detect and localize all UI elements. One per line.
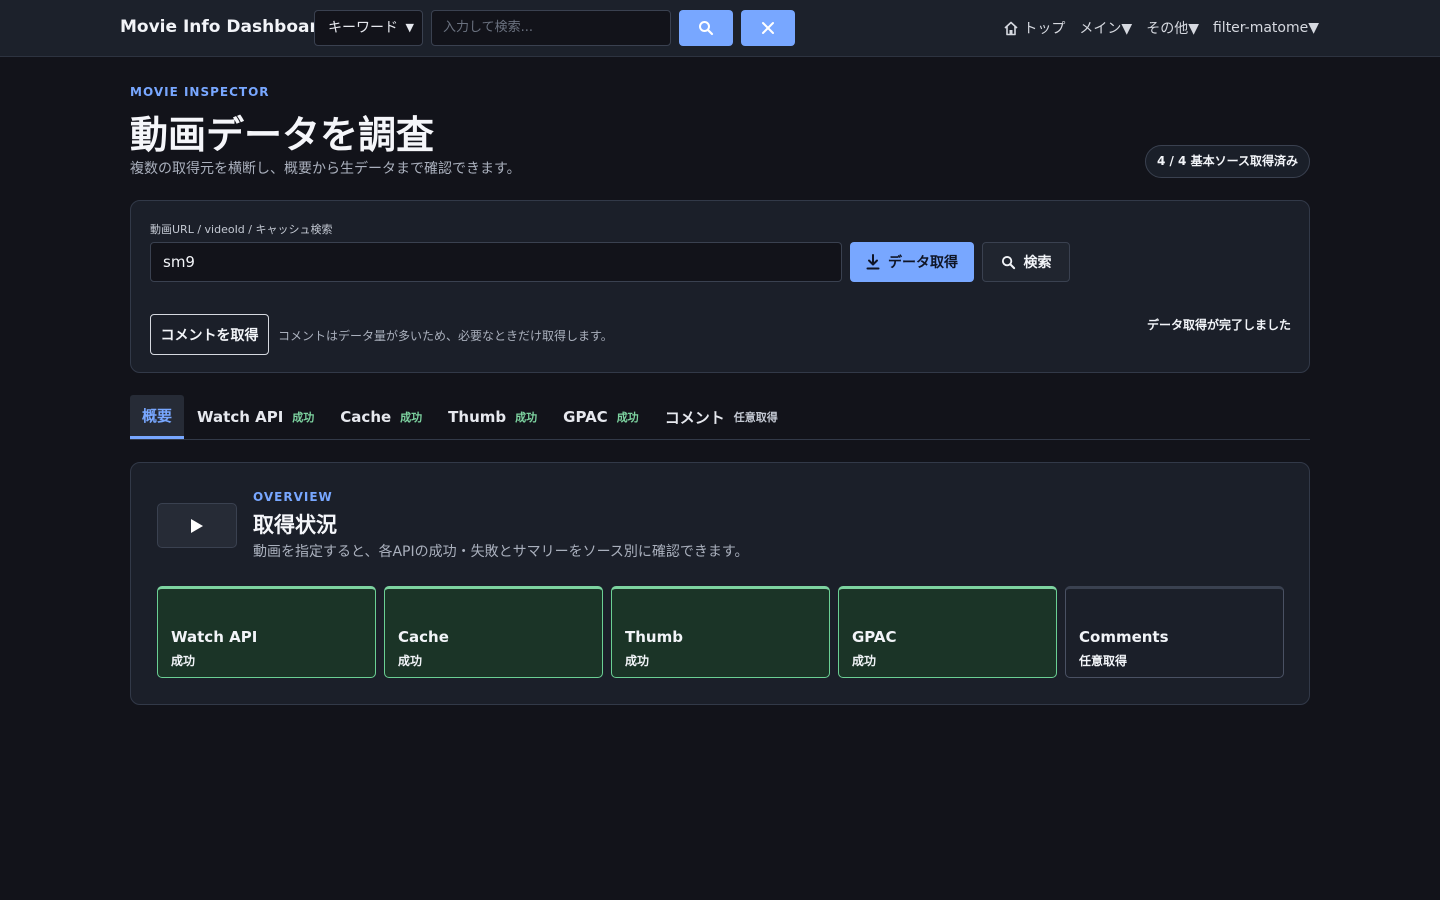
overview-panel: OVERVIEW 取得状況 動画を指定すると、各APIの成功・失敗とサマリーをソ… xyxy=(130,462,1310,705)
clear-button[interactable] xyxy=(741,10,795,46)
overview-eyebrow: OVERVIEW xyxy=(253,490,333,504)
page-title: 動画データを調査 xyxy=(130,113,435,157)
source-status-grid: Watch API 成功 Cache 成功 Thumb 成功 GPAC 成功 C… xyxy=(157,586,1284,678)
tab-comments[interactable]: コメント 任意取得 xyxy=(652,395,791,439)
fetch-data-label: データ取得 xyxy=(888,255,958,271)
tab-gpac[interactable]: GPAC 成功 xyxy=(550,395,652,439)
nav-item-top[interactable]: トップ xyxy=(1003,18,1065,38)
tab-label: Cache xyxy=(340,408,392,426)
search-placeholder: 入力して検索... xyxy=(443,20,534,35)
fetch-comments-button[interactable]: コメントを取得 xyxy=(150,314,269,355)
video-thumbnail[interactable] xyxy=(157,503,237,548)
source-card-watch-api[interactable]: Watch API 成功 xyxy=(157,586,376,678)
tab-label: GPAC xyxy=(563,408,608,426)
close-icon xyxy=(762,22,774,34)
fetch-status-message: データ取得が完了しました xyxy=(1146,318,1291,332)
chevron-down-icon: ▼ xyxy=(405,21,414,34)
tab-status-tag: 成功 xyxy=(515,411,538,424)
cache-search-button[interactable]: 検索 xyxy=(982,242,1070,282)
tab-cache[interactable]: Cache 成功 xyxy=(327,395,435,439)
source-name: Cache xyxy=(398,628,449,646)
source-name: Comments xyxy=(1079,628,1169,646)
nav-item-other[interactable]: その他▼ xyxy=(1146,18,1199,38)
tab-status-tag: 成功 xyxy=(616,411,639,424)
nav-item-main[interactable]: メイン▼ xyxy=(1079,18,1132,38)
download-icon xyxy=(866,254,880,270)
source-name: Thumb xyxy=(625,628,683,646)
brand-title[interactable]: Movie Info Dashboard xyxy=(120,17,330,37)
tab-label: コメント xyxy=(664,408,725,427)
source-card-cache[interactable]: Cache 成功 xyxy=(384,586,603,678)
source-state: 成功 xyxy=(398,654,423,668)
tab-status-tag: 任意取得 xyxy=(733,411,778,424)
top-navbar: Movie Info Dashboard キーワード ▼ 入力して検索... ト… xyxy=(0,0,1440,57)
page-eyebrow: MOVIE INSPECTOR xyxy=(130,85,270,99)
nav-item-label: トップ xyxy=(1023,21,1066,37)
tab-label: Thumb xyxy=(448,408,507,426)
tab-thumb[interactable]: Thumb 成功 xyxy=(435,395,550,439)
fetch-data-button[interactable]: データ取得 xyxy=(850,242,974,282)
tab-label: Watch API xyxy=(197,408,284,426)
video-url-input[interactable]: sm9 xyxy=(150,242,842,282)
source-name: Watch API xyxy=(171,628,258,646)
search-type-select[interactable]: キーワード ▼ xyxy=(314,10,423,46)
source-name: GPAC xyxy=(852,628,897,646)
search-icon xyxy=(1001,255,1015,269)
video-input-label: 動画URL / videoId / キャッシュ検索 xyxy=(150,223,333,236)
overview-subtitle: 動画を指定すると、各APIの成功・失敗とサマリーをソース別に確認できます。 xyxy=(253,544,749,560)
source-state: 成功 xyxy=(625,654,650,668)
source-card-thumb[interactable]: Thumb 成功 xyxy=(611,586,830,678)
source-state: 任意取得 xyxy=(1079,654,1128,668)
source-state: 成功 xyxy=(852,654,877,668)
nav-links: トップ メイン▼ その他▼ filter-matome▼ xyxy=(1003,18,1319,38)
source-card-comments[interactable]: Comments 任意取得 xyxy=(1065,586,1284,678)
tab-label: 概要 xyxy=(142,407,173,425)
page-subtitle: 複数の取得元を横断し、概要から生データまで確認できます。 xyxy=(130,161,521,177)
source-status-badge: 4 / 4 基本ソース取得済み xyxy=(1144,145,1310,178)
play-icon xyxy=(191,518,203,533)
comments-note: コメントはデータ量が多いため、必要なときだけ取得します。 xyxy=(278,329,613,343)
tab-overview[interactable]: 概要 xyxy=(130,395,185,439)
source-state: 成功 xyxy=(171,654,196,668)
search-button[interactable] xyxy=(679,10,733,46)
search-input[interactable]: 入力して検索... xyxy=(431,10,671,46)
search-type-value: キーワード xyxy=(328,20,398,36)
tab-status-tag: 成功 xyxy=(292,411,315,424)
fetch-panel: 動画URL / videoId / キャッシュ検索 sm9 データ取得 検索 コ… xyxy=(130,200,1310,373)
search-icon xyxy=(699,21,714,36)
source-tabs: 概要 Watch API 成功 Cache 成功 Thumb 成功 GPAC 成… xyxy=(130,395,1310,440)
source-card-gpac[interactable]: GPAC 成功 xyxy=(838,586,1057,678)
tab-status-tag: 成功 xyxy=(400,411,423,424)
cache-search-label: 検索 xyxy=(1023,255,1052,271)
home-icon xyxy=(1004,21,1018,35)
tab-watch-api[interactable]: Watch API 成功 xyxy=(184,395,327,439)
nav-item-filter-matome[interactable]: filter-matome▼ xyxy=(1213,18,1319,38)
overview-title: 取得状況 xyxy=(253,513,337,537)
